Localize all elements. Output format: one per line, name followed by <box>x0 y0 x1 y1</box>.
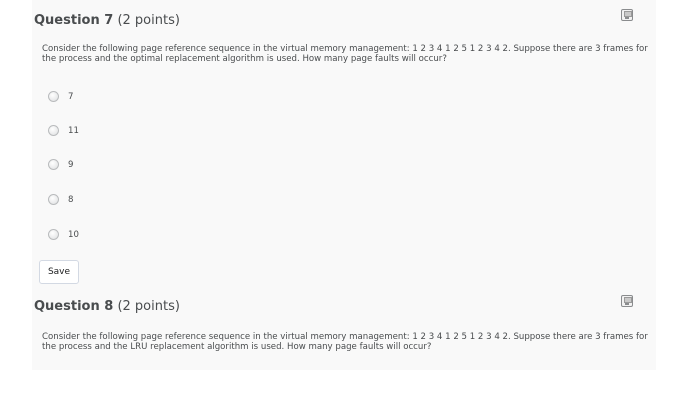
question-7-header: Question 7 (2 points) <box>34 13 180 28</box>
question-8-points: (2 points) <box>117 299 180 314</box>
option-label: 7 <box>68 92 74 102</box>
floppy-disk-icon <box>621 295 633 307</box>
radio-button[interactable] <box>48 159 59 170</box>
question-7-prompt: Consider the following page reference se… <box>42 44 648 64</box>
question-7-title: Question 7 <box>34 13 114 28</box>
question-7-points: (2 points) <box>117 13 180 28</box>
option-label: 10 <box>68 230 79 240</box>
radio-button[interactable] <box>48 229 59 240</box>
option-label: 8 <box>68 195 74 205</box>
option-label: 11 <box>68 126 79 136</box>
radio-button[interactable] <box>48 91 59 102</box>
question-8-header: Question 8 (2 points) <box>34 299 180 314</box>
question-8-title: Question 8 <box>34 299 114 314</box>
option-label: 9 <box>68 160 74 170</box>
question-8-prompt: Consider the following page reference se… <box>42 332 648 352</box>
floppy-disk-icon <box>621 9 633 21</box>
radio-button[interactable] <box>48 194 59 205</box>
radio-button[interactable] <box>48 125 59 136</box>
save-button[interactable]: Save <box>39 260 79 284</box>
